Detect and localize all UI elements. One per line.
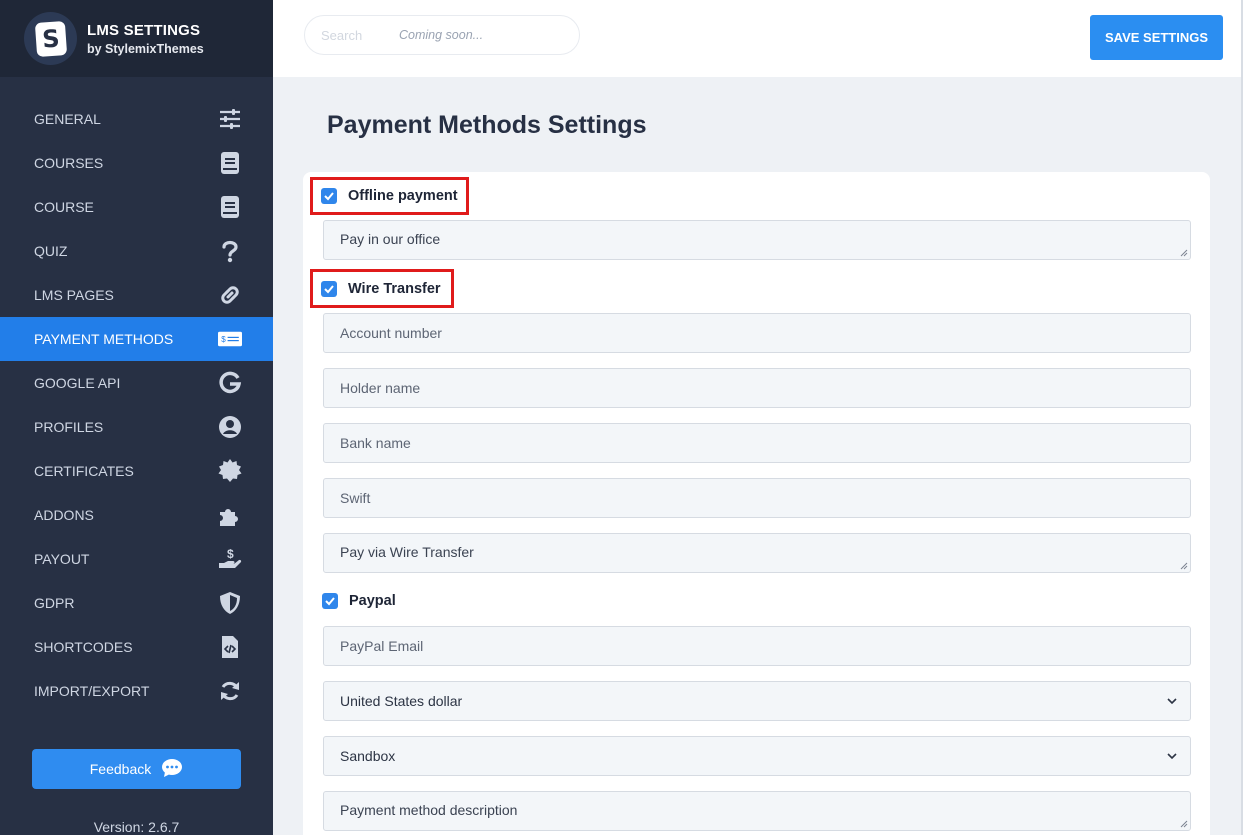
sidebar-item-label: GENERAL xyxy=(34,111,101,127)
swift-placeholder: Swift xyxy=(340,490,371,506)
holder-name-placeholder: Holder name xyxy=(340,380,421,396)
brand-logo: S xyxy=(24,12,77,65)
money-bill-icon: $ xyxy=(217,326,243,352)
brand-title: LMS SETTINGS xyxy=(87,21,201,39)
search-box[interactable]: Coming soon... xyxy=(304,15,580,55)
paypal-description-placeholder: Payment method description xyxy=(340,802,518,818)
sidebar-item-general[interactable]: GENERAL xyxy=(0,97,273,141)
svg-text:$: $ xyxy=(227,547,234,561)
paypal-mode-select[interactable]: Sandbox xyxy=(323,736,1191,776)
chat-icon xyxy=(161,758,183,781)
sidebar-item-label: COURSES xyxy=(34,155,104,171)
wire-description-textarea[interactable]: Pay via Wire Transfer xyxy=(323,533,1191,573)
paypal-mode-value: Sandbox xyxy=(340,748,396,764)
sidebar-item-label: PROFILES xyxy=(34,419,104,435)
sidebar-item-label: COURSE xyxy=(34,199,94,215)
book-icon xyxy=(217,194,243,220)
resize-handle-icon xyxy=(1180,562,1188,570)
account-number-input[interactable]: Account number xyxy=(323,313,1191,353)
topbar: Coming soon... SAVE SETTINGS xyxy=(273,0,1241,77)
file-code-icon xyxy=(217,634,243,660)
wire-transfer-label: Wire Transfer xyxy=(348,280,441,297)
feedback-label: Feedback xyxy=(89,761,152,777)
save-settings-button[interactable]: SAVE SETTINGS xyxy=(1090,15,1223,60)
brand-subtitle: by StylemixThemes xyxy=(87,41,204,56)
brand-header: S LMS SETTINGS by StylemixThemes xyxy=(0,0,273,77)
sidebar-item-course[interactable]: COURSE xyxy=(0,185,273,229)
sidebar: S LMS SETTINGS by StylemixThemes GENERAL… xyxy=(0,0,273,835)
resize-handle-icon xyxy=(1180,249,1188,257)
chevron-down-icon xyxy=(1167,753,1177,760)
sidebar-item-label: SHORTCODES xyxy=(34,639,133,655)
sidebar-item-label: LMS PAGES xyxy=(34,287,114,303)
offline-payment-toggle[interactable]: Offline payment xyxy=(310,177,469,215)
sidebar-item-label: CERTIFICATES xyxy=(34,463,134,479)
offline-description-value: Pay in our office xyxy=(340,231,441,247)
chevron-down-icon xyxy=(1167,698,1177,705)
offline-description-textarea[interactable]: Pay in our office xyxy=(323,220,1191,260)
logo-letter: S xyxy=(34,20,67,57)
wire-transfer-toggle[interactable]: Wire Transfer xyxy=(310,269,454,308)
search-input[interactable] xyxy=(321,27,381,43)
svg-text:$: $ xyxy=(221,335,226,344)
check-icon xyxy=(325,597,335,606)
certificate-icon xyxy=(217,458,243,484)
paypal-email-input[interactable]: PayPal Email xyxy=(323,626,1191,666)
holder-name-input[interactable]: Holder name xyxy=(323,368,1191,408)
offline-payment-label: Offline payment xyxy=(348,188,458,204)
search-coming-soon: Coming soon... xyxy=(399,28,484,42)
sidebar-item-quiz[interactable]: QUIZ xyxy=(0,229,273,273)
sidebar-item-label: PAYMENT METHODS xyxy=(34,331,174,347)
sidebar-item-shortcodes[interactable]: SHORTCODES xyxy=(0,625,273,669)
sliders-icon xyxy=(217,106,243,132)
shield-icon xyxy=(217,590,243,616)
currency-value: United States dollar xyxy=(340,693,463,709)
puzzle-icon xyxy=(217,502,243,528)
check-icon xyxy=(324,192,334,201)
paypal-description-textarea[interactable]: Payment method description xyxy=(323,791,1191,831)
link-icon xyxy=(217,282,243,308)
sync-icon xyxy=(217,678,243,704)
currency-select[interactable]: United States dollar xyxy=(323,681,1191,721)
account-number-placeholder: Account number xyxy=(340,325,442,341)
bank-name-input[interactable]: Bank name xyxy=(323,423,1191,463)
sidebar-item-lms-pages[interactable]: LMS PAGES xyxy=(0,273,273,317)
sidebar-item-payout[interactable]: PAYOUT $ xyxy=(0,537,273,581)
user-circle-icon xyxy=(217,414,243,440)
wire-description-value: Pay via Wire Transfer xyxy=(340,544,474,560)
paypal-label: Paypal xyxy=(349,593,396,609)
checkbox[interactable] xyxy=(322,593,338,609)
paypal-email-placeholder: PayPal Email xyxy=(340,638,424,654)
sidebar-item-profiles[interactable]: PROFILES xyxy=(0,405,273,449)
version-text: Version: 2.6.7 xyxy=(93,819,180,835)
sidebar-item-label: ADDONS xyxy=(34,507,94,523)
hand-dollar-icon: $ xyxy=(217,546,243,572)
check-icon xyxy=(324,284,334,293)
question-icon xyxy=(217,238,243,264)
sidebar-item-google-api[interactable]: GOOGLE API xyxy=(0,361,273,405)
feedback-button[interactable]: Feedback xyxy=(32,749,241,789)
checkbox[interactable] xyxy=(321,280,337,297)
resize-handle-icon xyxy=(1180,820,1188,828)
sidebar-item-certificates[interactable]: CERTIFICATES xyxy=(0,449,273,493)
sidebar-item-payment-methods[interactable]: PAYMENT METHODS $ xyxy=(0,317,273,361)
sidebar-item-label: PAYOUT xyxy=(34,551,90,567)
sidebar-item-import-export[interactable]: IMPORT/EXPORT xyxy=(0,669,273,713)
checkbox[interactable] xyxy=(321,188,337,204)
google-icon xyxy=(217,370,243,396)
sidebar-nav: GENERAL COURSES COURSE QUIZ LMS PAGES PA… xyxy=(0,97,273,713)
sidebar-item-label: IMPORT/EXPORT xyxy=(34,683,150,699)
page-title: Payment Methods Settings xyxy=(327,111,647,139)
sidebar-item-gdpr[interactable]: GDPR xyxy=(0,581,273,625)
paypal-toggle[interactable]: Paypal xyxy=(322,593,396,609)
sidebar-item-label: QUIZ xyxy=(34,243,68,259)
swift-input[interactable]: Swift xyxy=(323,478,1191,518)
sidebar-item-addons[interactable]: ADDONS xyxy=(0,493,273,537)
book-icon xyxy=(217,150,243,176)
sidebar-item-courses[interactable]: COURSES xyxy=(0,141,273,185)
bank-name-placeholder: Bank name xyxy=(340,435,411,451)
sidebar-item-label: GDPR xyxy=(34,595,75,611)
sidebar-item-label: GOOGLE API xyxy=(34,375,121,391)
